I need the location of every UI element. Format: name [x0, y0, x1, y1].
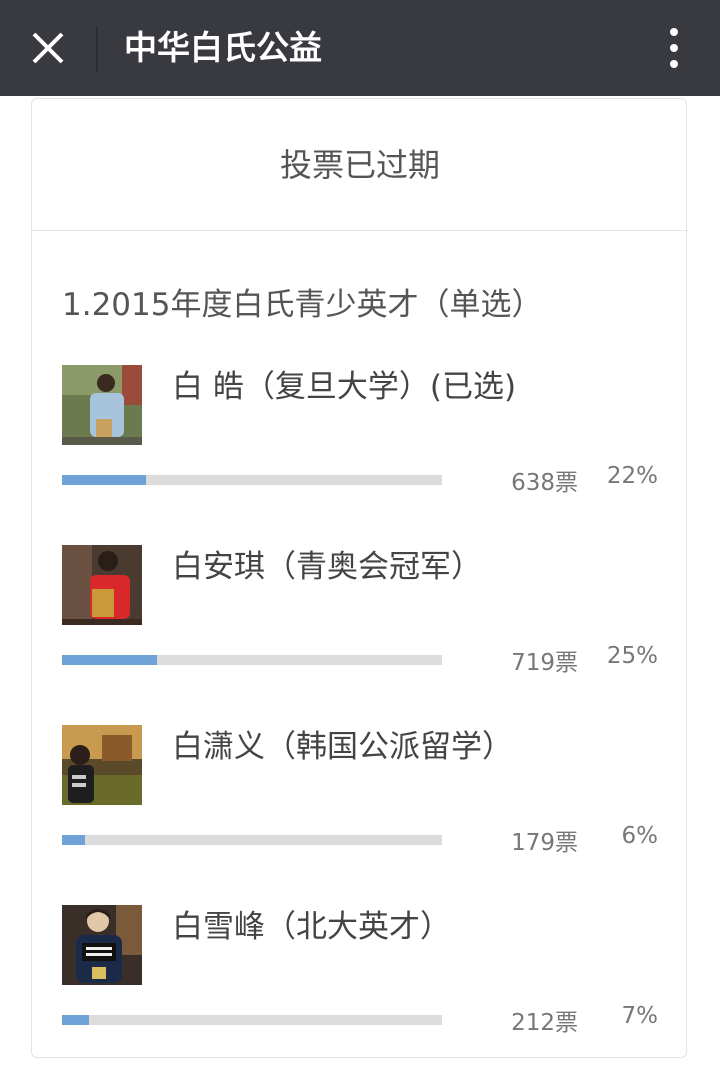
top-bar: 中华白氏公益 [0, 0, 720, 96]
option-label: 白潇义（韩国公派留学） [172, 729, 513, 765]
vote-count: 212票 [511, 1010, 578, 1036]
vote-bar-track [62, 475, 442, 485]
more-button[interactable] [664, 26, 684, 72]
avatar [62, 545, 142, 625]
poll-option[interactable]: 白潇义（韩国公派留学） 179票 6% [32, 725, 688, 885]
vote-percent: 22% [606, 463, 658, 489]
poll-option[interactable]: 白安琪（青奥会冠军） 719票 25% [32, 545, 688, 705]
poll-status: 投票已过期 [32, 99, 688, 231]
vote-bar-track [62, 655, 442, 665]
poll-question: 1.2015年度白氏青少英才（单选） [62, 287, 543, 323]
vote-bar-fill [62, 1015, 89, 1025]
option-label: 白 皓（复旦大学）(已选) [172, 369, 517, 405]
poll-card: 投票已过期 1.2015年度白氏青少英才（单选） 白 皓（复旦大学）(已选) 6… [31, 98, 688, 1058]
avatar [62, 725, 142, 805]
vote-bar-fill [62, 475, 146, 485]
vote-percent: 7% [621, 1003, 659, 1029]
vote-count: 638票 [511, 470, 578, 496]
vote-bar-fill [62, 835, 85, 845]
option-label: 白雪峰（北大英才） [172, 909, 451, 945]
close-icon [32, 32, 64, 64]
more-vertical-icon [670, 28, 678, 68]
vote-bar-fill [62, 655, 157, 665]
vote-bar-track [62, 1015, 442, 1025]
header-divider [96, 26, 98, 72]
vote-count: 719票 [511, 650, 578, 676]
vote-percent: 25% [606, 643, 658, 669]
close-button[interactable] [22, 22, 74, 74]
poll-option[interactable]: 白雪峰（北大英才） 212票 7% [32, 905, 688, 1065]
avatar [62, 365, 142, 445]
page-title: 中华白氏公益 [124, 28, 322, 67]
option-label: 白安琪（青奥会冠军） [172, 549, 482, 585]
vote-percent: 6% [621, 823, 659, 849]
poll-option[interactable]: 白 皓（复旦大学）(已选) 638票 22% [32, 365, 688, 525]
vote-bar-track [62, 835, 442, 845]
avatar [62, 905, 142, 985]
vote-count: 179票 [511, 830, 578, 856]
